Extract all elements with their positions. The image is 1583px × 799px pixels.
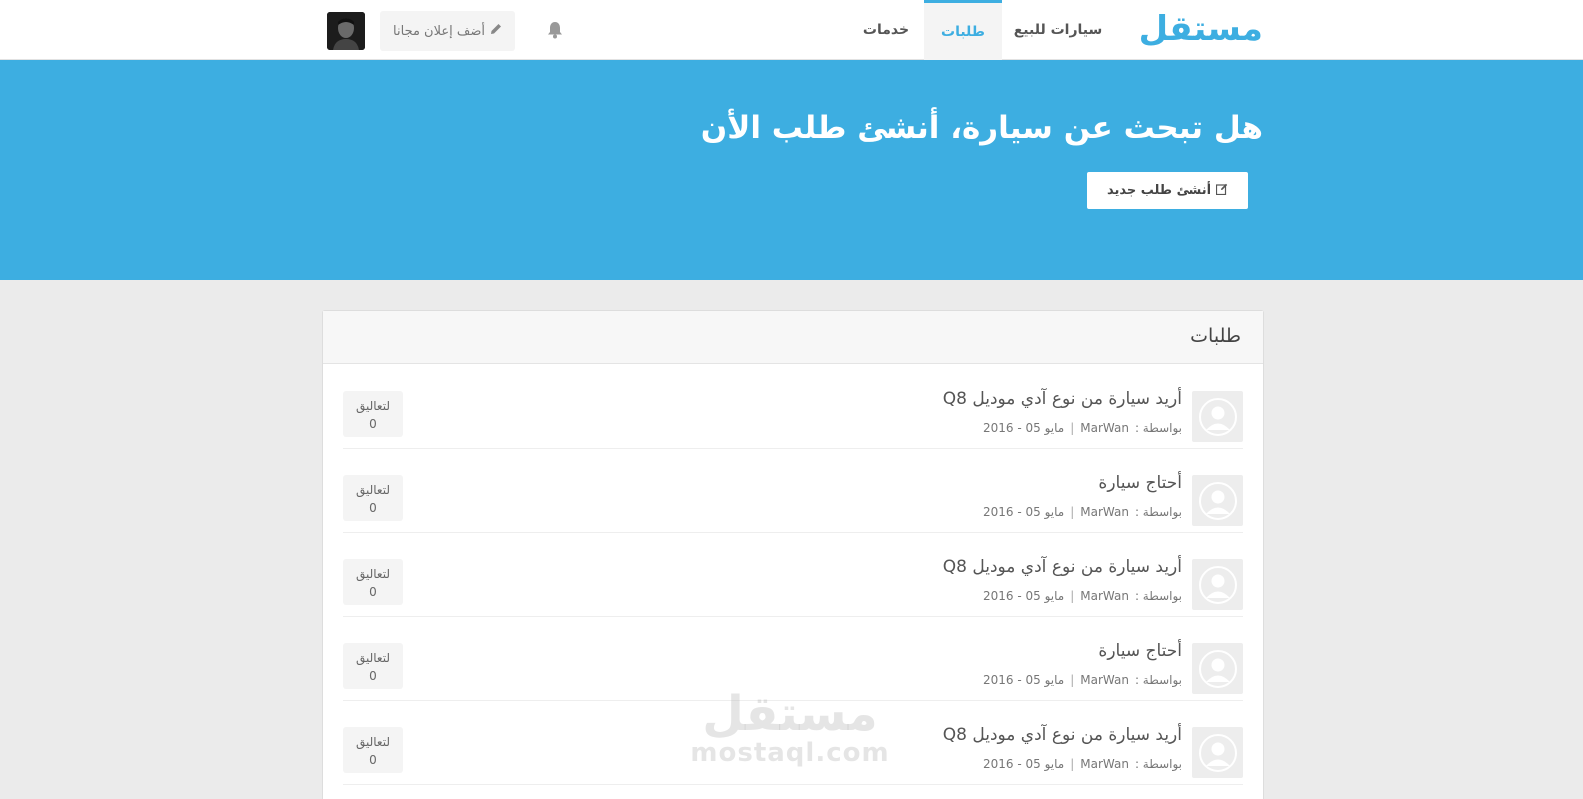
top-navbar: مستقل سيارات للبيع طلبات خدمات أضف إعلان… <box>0 0 1583 60</box>
request-meta: بواسطة : MarWan | مايو 05 - 2016 <box>983 589 1182 603</box>
request-meta: بواسطة : MarWan | مايو 05 - 2016 <box>983 673 1182 687</box>
request-title[interactable]: أحتاج سيارة <box>1098 473 1182 493</box>
author-name[interactable]: MarWan <box>1080 505 1129 519</box>
comments-label: لتعاليق <box>355 399 390 413</box>
request-title[interactable]: أريد سيارة من نوع آدي موديل Q8 <box>943 389 1182 409</box>
user-placeholder-icon <box>1192 475 1243 526</box>
logo-text: مستقل <box>1138 9 1263 49</box>
user-avatar[interactable] <box>327 12 365 50</box>
panel-title: طلبات <box>1190 325 1241 347</box>
request-title[interactable]: أريد سيارة من نوع آدي موديل Q8 <box>943 557 1182 577</box>
comments-count: 0 <box>369 753 377 767</box>
by-label: بواسطة : <box>1134 589 1182 603</box>
comments-label: لتعاليق <box>355 483 390 497</box>
comments-label: لتعاليق <box>355 735 390 749</box>
comments-box: لتعاليق 0 <box>343 475 403 521</box>
site-logo[interactable]: مستقل <box>1139 6 1263 52</box>
pencil-icon <box>490 23 502 39</box>
comments-count: 0 <box>369 501 377 515</box>
by-label: بواسطة : <box>1134 757 1182 771</box>
user-placeholder-icon <box>1192 559 1243 610</box>
meta-separator: | <box>1070 757 1075 771</box>
comments-count: 0 <box>369 417 377 431</box>
comments-box: لتعاليق 0 <box>343 559 403 605</box>
comments-box: لتعاليق 0 <box>343 727 403 773</box>
request-date: مايو 05 - 2016 <box>982 757 1065 771</box>
edit-icon <box>1215 183 1228 199</box>
user-placeholder-icon <box>1192 643 1243 694</box>
comments-label: لتعاليق <box>355 567 390 581</box>
user-placeholder-icon <box>1192 727 1243 778</box>
author-name[interactable]: MarWan <box>1080 421 1129 435</box>
request-meta: بواسطة : MarWan | مايو 05 - 2016 <box>983 505 1182 519</box>
meta-separator: | <box>1070 421 1075 435</box>
request-date: مايو 05 - 2016 <box>982 673 1065 687</box>
comments-box: لتعاليق 0 <box>343 391 403 437</box>
hero-title: هل تبحث عن سيارة، أنشئ طلب الأن <box>700 110 1263 146</box>
meta-separator: | <box>1070 505 1075 519</box>
comments-count: 0 <box>369 669 377 683</box>
list-item: أريد سيارة من نوع آدي موديل Q8 بواسطة : … <box>343 700 1243 785</box>
author-name[interactable]: MarWan <box>1080 673 1129 687</box>
request-date: مايو 05 - 2016 <box>982 505 1065 519</box>
list-item: أريد سيارة من نوع آدي موديل Q8 بواسطة : … <box>343 364 1243 449</box>
request-date: مايو 05 - 2016 <box>982 421 1065 435</box>
comments-label: لتعاليق <box>355 651 390 665</box>
hero-banner: هل تبحث عن سيارة، أنشئ طلب الأن أنشئ طلب… <box>0 60 1583 280</box>
meta-separator: | <box>1070 589 1075 603</box>
list-item: أحتاج سيارة بواسطة : MarWan | مايو 05 - … <box>343 448 1243 533</box>
by-label: بواسطة : <box>1134 673 1182 687</box>
author-name[interactable]: MarWan <box>1080 589 1129 603</box>
list-item: أحتاج سيارة بواسطة : MarWan | مايو 05 - … <box>343 616 1243 701</box>
request-meta: بواسطة : MarWan | مايو 05 - 2016 <box>983 421 1182 435</box>
by-label: بواسطة : <box>1134 505 1182 519</box>
author-name[interactable]: MarWan <box>1080 757 1129 771</box>
add-ad-label: أضف إعلان مجانا <box>393 23 485 39</box>
request-date: مايو 05 - 2016 <box>982 589 1065 603</box>
nav-services[interactable]: خدمات <box>850 0 922 60</box>
requests-panel: طلبات أريد سيارة من نوع آدي موديل Q8 بوا… <box>322 310 1264 799</box>
nav-requests[interactable]: طلبات <box>924 0 1002 60</box>
create-request-label: أنشئ طلب جديد <box>1106 183 1212 198</box>
comments-box: لتعاليق 0 <box>343 643 403 689</box>
add-free-ad-button[interactable]: أضف إعلان مجانا <box>380 11 515 51</box>
bell-icon[interactable] <box>545 20 565 40</box>
request-title[interactable]: أريد سيارة من نوع آدي موديل Q8 <box>943 725 1182 745</box>
nav-cars-for-sale[interactable]: سيارات للبيع <box>1003 0 1113 60</box>
list-item: أريد سيارة من نوع آدي موديل Q8 بواسطة : … <box>343 532 1243 617</box>
create-request-button[interactable]: أنشئ طلب جديد <box>1087 172 1248 209</box>
request-title[interactable]: أحتاج سيارة <box>1098 641 1182 661</box>
user-placeholder-icon <box>1192 391 1243 442</box>
request-meta: بواسطة : MarWan | مايو 05 - 2016 <box>983 757 1182 771</box>
panel-header: طلبات <box>323 311 1263 364</box>
by-label: بواسطة : <box>1134 421 1182 435</box>
comments-count: 0 <box>369 585 377 599</box>
meta-separator: | <box>1070 673 1075 687</box>
